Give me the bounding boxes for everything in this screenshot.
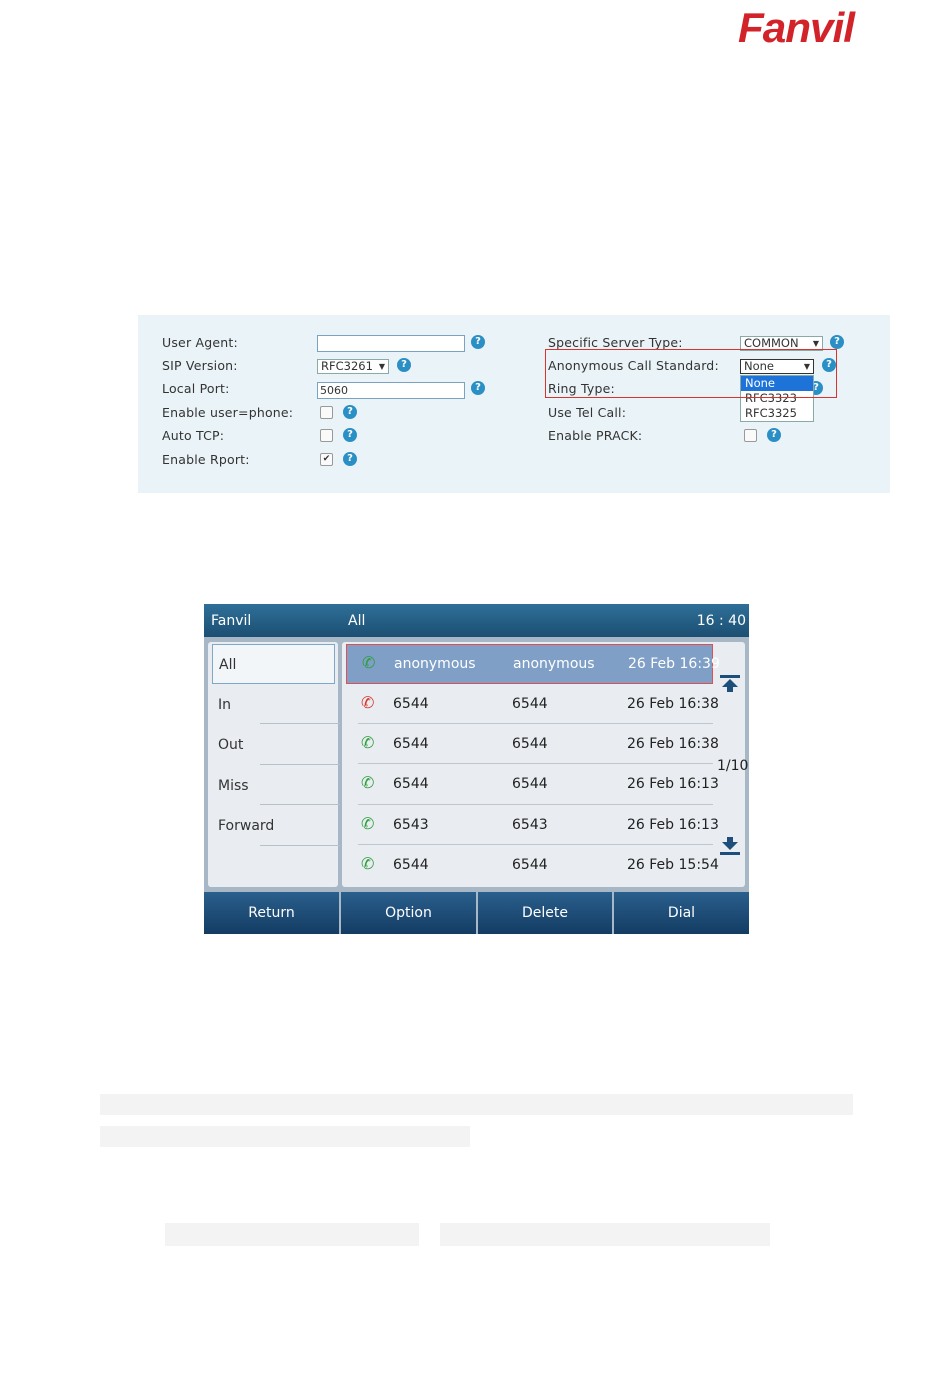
call-time: 26 Feb 16:39	[628, 656, 720, 672]
user-agent-label: User Agent:	[162, 335, 238, 350]
divider	[358, 763, 713, 764]
call-name: 6544	[393, 776, 429, 792]
dial-button[interactable]: Dial	[614, 892, 749, 934]
help-icon[interactable]: ?	[471, 335, 485, 349]
local-port-input[interactable]: 5060	[317, 382, 465, 399]
call-time: 26 Feb 16:38	[627, 696, 719, 712]
fanvil-logo: Fanvil	[738, 4, 856, 48]
call-time: 26 Feb 16:38	[627, 736, 719, 752]
redacted-text-bar	[165, 1223, 419, 1246]
incoming-call-icon: ✆	[361, 814, 375, 833]
redacted-text-bar	[100, 1094, 853, 1115]
call-name: 6543	[393, 817, 429, 833]
category-forward[interactable]: Forward	[212, 806, 335, 846]
dropdown-arrow-icon: ▼	[378, 362, 385, 371]
phone-brand: Fanvil	[211, 613, 252, 629]
enable-prack-label: Enable PRACK:	[548, 428, 643, 443]
user-agent-input[interactable]	[317, 335, 465, 352]
incoming-call-icon: ✆	[361, 773, 375, 792]
local-port-label: Local Port:	[162, 381, 230, 396]
divider	[260, 764, 340, 765]
call-number: 6544	[512, 696, 548, 712]
category-in[interactable]: In	[212, 685, 335, 725]
page-down-icon[interactable]	[719, 836, 741, 856]
call-row[interactable]: ✆ anonymous anonymous 26 Feb 16:39	[346, 644, 720, 684]
checkmark-icon: ✔	[322, 454, 331, 464]
redacted-text-bar	[440, 1223, 770, 1246]
enable-rport-checkbox[interactable]: ✔	[320, 453, 333, 466]
divider	[358, 723, 713, 724]
call-row[interactable]: ✆ 6544 6544 26 Feb 16:13	[346, 765, 719, 805]
divider	[260, 845, 340, 846]
auto-tcp-label: Auto TCP:	[162, 428, 225, 443]
call-row[interactable]: ✆ 6544 6544 26 Feb 15:54	[346, 846, 719, 886]
help-icon[interactable]: ?	[397, 358, 411, 372]
call-time: 26 Feb 16:13	[627, 817, 719, 833]
call-number: 6544	[512, 857, 548, 873]
screen-title: All	[348, 613, 366, 629]
divider	[358, 844, 713, 845]
svg-text:Fanvil: Fanvil	[738, 4, 856, 48]
sip-settings-panel: User Agent: SIP Version: Local Port: Ena…	[138, 315, 890, 493]
call-row[interactable]: ✆ 6544 6544 26 Feb 16:38	[346, 725, 719, 765]
divider	[358, 804, 713, 805]
return-button[interactable]: Return	[204, 892, 339, 934]
scroll-area: 1/10	[716, 642, 749, 887]
category-miss[interactable]: Miss	[212, 766, 335, 806]
divider	[260, 723, 340, 724]
sip-version-label: SIP Version:	[162, 358, 238, 373]
call-row[interactable]: ✆ 6544 6544 26 Feb 16:38	[346, 685, 719, 725]
status-bar: Fanvil All 16 : 40	[204, 604, 749, 637]
call-number: 6543	[512, 817, 548, 833]
help-icon[interactable]: ?	[343, 428, 357, 442]
divider	[260, 804, 340, 805]
enable-user-phone-label: Enable user=phone:	[162, 405, 294, 420]
use-tel-call-label: Use Tel Call:	[548, 405, 627, 420]
category-out[interactable]: Out	[212, 725, 335, 765]
call-row[interactable]: ✆ 6543 6543 26 Feb 16:13	[346, 806, 719, 846]
enable-rport-label: Enable Rport:	[162, 452, 250, 467]
call-time: 26 Feb 15:54	[627, 857, 719, 873]
call-category-list: All In Out Miss Forward	[208, 642, 340, 887]
call-name: 6544	[393, 857, 429, 873]
enable-prack-checkbox[interactable]	[744, 429, 757, 442]
clock: 16 : 40	[696, 613, 746, 629]
call-number: 6544	[512, 736, 548, 752]
sip-version-select[interactable]: RFC3261 ▼	[317, 359, 389, 374]
option-button[interactable]: Option	[341, 892, 476, 934]
missed-call-icon: ✆	[361, 693, 375, 712]
page-indicator: 1/10	[717, 758, 749, 774]
help-icon[interactable]: ?	[343, 405, 357, 419]
auto-tcp-checkbox[interactable]	[320, 429, 333, 442]
option-rfc3325[interactable]: RFC3325	[741, 406, 813, 421]
call-number: anonymous	[513, 656, 595, 672]
call-name: 6544	[393, 736, 429, 752]
help-icon[interactable]: ?	[471, 381, 485, 395]
help-icon[interactable]: ?	[767, 428, 781, 442]
redacted-text-bar	[100, 1126, 470, 1147]
call-name: 6544	[393, 696, 429, 712]
outgoing-call-icon: ✆	[361, 733, 375, 752]
enable-user-phone-checkbox[interactable]	[320, 406, 333, 419]
call-time: 26 Feb 16:13	[627, 776, 719, 792]
incoming-call-icon: ✆	[361, 854, 375, 873]
sip-version-value: RFC3261	[321, 359, 373, 373]
phone-call-log-screen: Fanvil All 16 : 40 All In Out Miss Forwa…	[204, 604, 749, 934]
help-icon[interactable]: ?	[343, 452, 357, 466]
call-name: anonymous	[394, 656, 476, 672]
category-all[interactable]: All	[212, 644, 335, 684]
softkey-bar: Return Option Delete Dial	[204, 892, 749, 934]
highlight-frame	[545, 349, 837, 398]
call-number: 6544	[512, 776, 548, 792]
incoming-call-icon: ✆	[362, 653, 376, 672]
page-up-icon[interactable]	[719, 674, 741, 694]
delete-button[interactable]: Delete	[478, 892, 612, 934]
specific-server-type-label: Specific Server Type:	[548, 335, 683, 350]
help-icon[interactable]: ?	[830, 335, 844, 349]
call-list: ✆ anonymous anonymous 26 Feb 16:39 ✆ 654…	[342, 642, 749, 887]
